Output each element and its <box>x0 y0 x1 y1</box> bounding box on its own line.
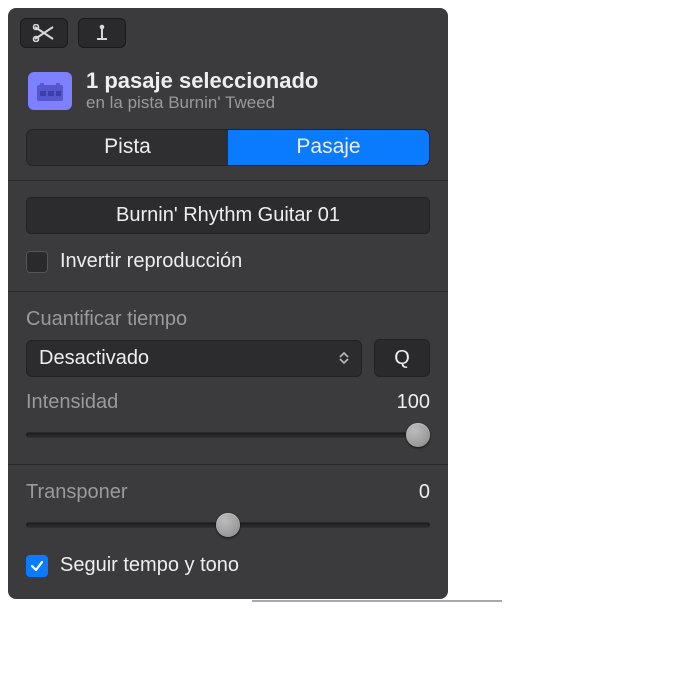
transpose-label: Transponer <box>26 481 128 504</box>
tab-track[interactable]: Pista <box>27 130 228 165</box>
quantize-button[interactable]: Q <box>374 339 430 377</box>
quantize-value: Desactivado <box>39 347 149 370</box>
slider-track <box>26 433 430 438</box>
scissors-tab-button[interactable] <box>20 18 68 48</box>
metronome-tab-button[interactable] <box>78 18 126 48</box>
slider-thumb[interactable] <box>406 423 430 447</box>
check-icon <box>30 559 44 573</box>
selection-subtitle: en la pista Burnin' Tweed <box>86 93 318 113</box>
strength-label: Intensidad <box>26 391 118 414</box>
strength-slider[interactable] <box>26 424 430 446</box>
transpose-value[interactable]: 0 <box>419 481 430 504</box>
region-icon <box>28 72 72 110</box>
strength-value[interactable]: 100 <box>397 391 430 414</box>
transpose-slider[interactable] <box>26 514 430 536</box>
track-region-segmented[interactable]: Pista Pasaje <box>26 129 430 166</box>
chevron-updown-icon <box>339 352 349 364</box>
follow-tempo-label: Seguir tempo y tono <box>60 554 239 577</box>
callout-line <box>252 600 502 602</box>
quantize-label: Cuantificar tiempo <box>26 308 430 331</box>
reverse-checkbox[interactable] <box>26 251 48 273</box>
reverse-label: Invertir reproducción <box>60 250 242 273</box>
scissors-icon <box>32 24 56 42</box>
quantize-dropdown[interactable]: Desactivado <box>26 340 362 377</box>
slider-thumb[interactable] <box>216 513 240 537</box>
metronome-icon <box>91 23 113 43</box>
follow-tempo-checkbox[interactable] <box>26 555 48 577</box>
selection-title: 1 pasaje seleccionado <box>86 68 318 93</box>
region-name-input[interactable]: Burnin' Rhythm Guitar 01 <box>26 197 430 234</box>
tab-region[interactable]: Pasaje <box>228 130 429 165</box>
